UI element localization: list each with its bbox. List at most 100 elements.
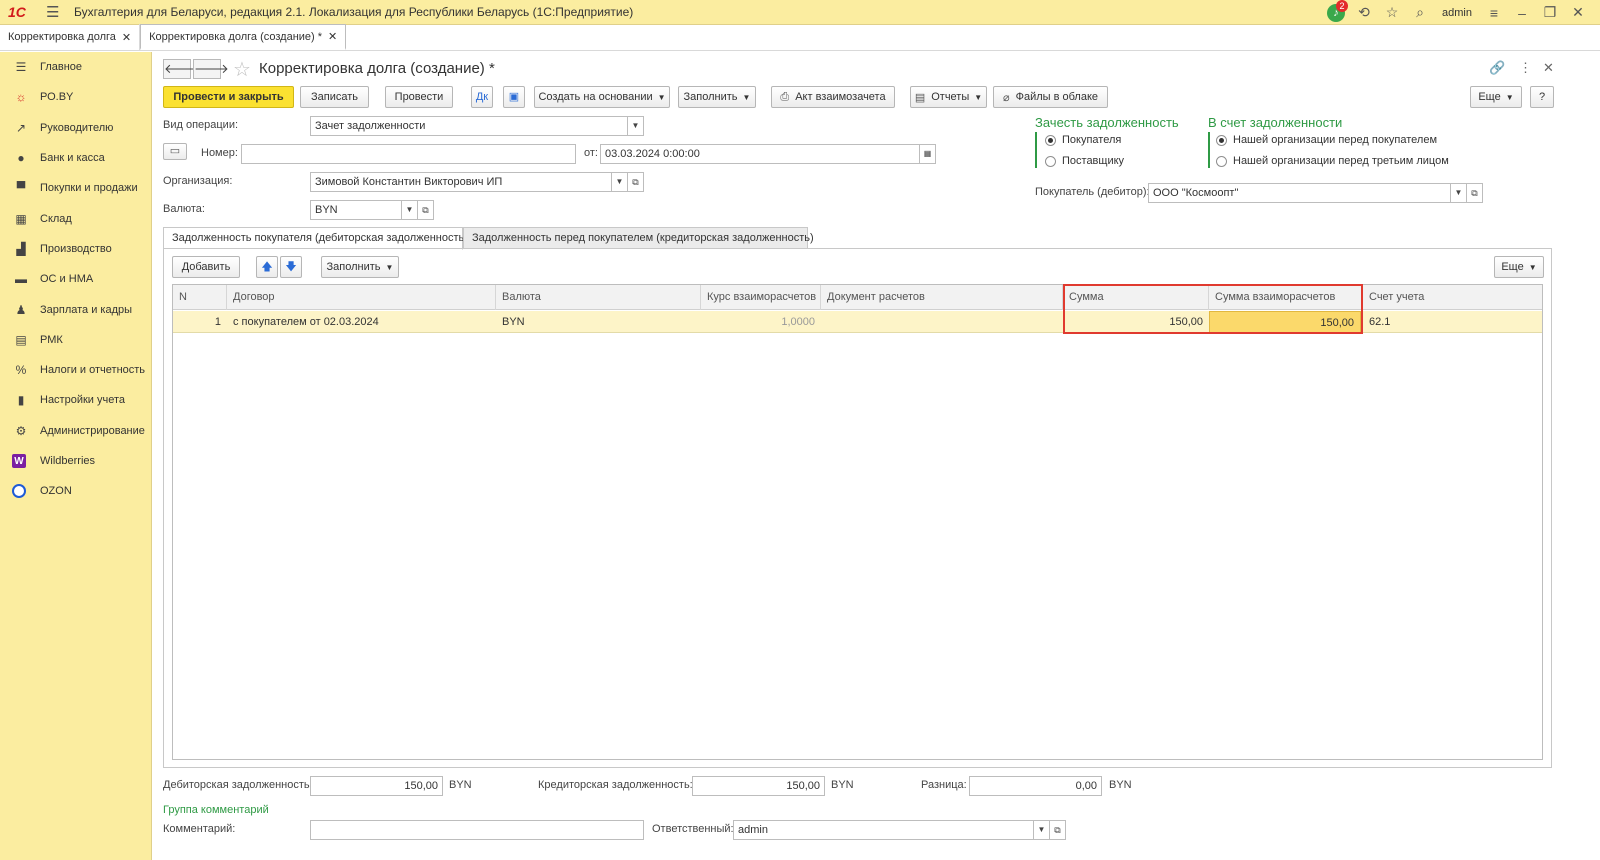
difference-field: 0,00: [969, 776, 1102, 796]
sidebar-item-taxes[interactable]: % Налоги и отчетность: [0, 355, 151, 385]
cell-sum[interactable]: 150,00: [1063, 311, 1209, 333]
sidebar-item-accounting-settings[interactable]: ▮ Настройки учета: [0, 385, 151, 415]
operation-dropdown-icon[interactable]: ▼: [627, 116, 644, 136]
table-more-button[interactable]: Еще ▼: [1494, 256, 1544, 278]
sidebar-item-salary[interactable]: ♟ Зарплата и кадры: [0, 294, 151, 324]
restore-icon[interactable]: ❐: [1536, 4, 1564, 21]
chart-icon: ↗: [15, 120, 27, 135]
dt-kt-movements-icon[interactable]: Дк: [471, 86, 493, 108]
sidebar-item-main[interactable]: ☰ Главное: [0, 52, 151, 82]
sidebar-item-manager[interactable]: ↗ Руководителю: [0, 113, 151, 143]
radio-account-org-to-third-party[interactable]: Нашей организации перед третьим лицом: [1216, 155, 1449, 167]
more-actions-icon[interactable]: ⋮: [1519, 60, 1532, 76]
col-currency[interactable]: Валюта: [496, 285, 701, 310]
radio-offset-buyer[interactable]: Покупателя: [1045, 134, 1121, 146]
close-tab-icon[interactable]: ✕: [122, 31, 131, 44]
comments-group-link[interactable]: Группа комментарий: [163, 804, 269, 816]
comment-field[interactable]: [310, 820, 644, 840]
printer-icon: ⎙: [780, 90, 790, 103]
current-user[interactable]: admin: [1442, 7, 1472, 19]
open-tab-debt-adjustment-new[interactable]: Корректировка долга (создание) * ✕: [140, 24, 347, 50]
help-button[interactable]: ?: [1530, 86, 1554, 108]
search-icon[interactable]: ⌕: [1406, 4, 1434, 21]
cell-currency[interactable]: BYN: [496, 311, 701, 333]
link-icon[interactable]: 🔗: [1489, 60, 1505, 76]
close-window-icon[interactable]: ✕: [1564, 4, 1592, 21]
organization-field[interactable]: Зимовой Константин Викторович ИП: [310, 172, 612, 192]
sidebar-item-ozon[interactable]: OZON: [0, 476, 151, 506]
structure-icon[interactable]: ▣: [503, 86, 525, 108]
sidebar-item-bank[interactable]: ● Банк и касса: [0, 143, 151, 173]
currency-field[interactable]: BYN: [310, 200, 402, 220]
table-fill-button[interactable]: Заполнить ▼: [321, 256, 399, 278]
favorite-star-icon[interactable]: ☆: [233, 57, 251, 82]
save-button[interactable]: Записать: [300, 86, 369, 108]
close-form-icon[interactable]: ✕: [1543, 60, 1554, 76]
col-n[interactable]: N: [173, 285, 227, 310]
operation-field[interactable]: Зачет задолженности: [310, 116, 628, 136]
favorites-star-icon[interactable]: ☆: [1378, 4, 1406, 21]
number-edit-icon[interactable]: ▭: [163, 143, 187, 160]
cell-n[interactable]: 1: [173, 311, 227, 333]
col-account[interactable]: Счет учета: [1363, 285, 1544, 310]
post-button[interactable]: Провести: [385, 86, 453, 108]
currency-dropdown-icon[interactable]: ▼: [401, 200, 418, 220]
sidebar-item-ro-by[interactable]: ☼ РО.BY: [0, 82, 151, 112]
cell-rate[interactable]: 1,0000: [701, 311, 821, 333]
tab-payables[interactable]: Задолженность перед покупателем (кредито…: [463, 227, 814, 249]
history-icon[interactable]: ⟲: [1350, 4, 1378, 21]
col-rate[interactable]: Курс взаиморасчетов: [701, 285, 821, 310]
close-tab-icon[interactable]: ✕: [328, 30, 337, 43]
cell-settlement-sum[interactable]: 150,00: [1209, 311, 1361, 333]
post-and-close-button[interactable]: Провести и закрыть: [163, 86, 294, 108]
buyer-open-icon[interactable]: ⧉: [1466, 183, 1483, 203]
reports-button[interactable]: ▤ Отчеты ▼: [910, 86, 987, 108]
col-settlement-doc[interactable]: Документ расчетов: [821, 285, 1063, 310]
minimize-icon[interactable]: –: [1508, 5, 1536, 21]
col-settlement-sum[interactable]: Сумма взаиморасчетов: [1209, 285, 1363, 310]
open-tab-debt-adjustment[interactable]: Корректировка долга ✕: [0, 24, 141, 50]
col-contract[interactable]: Договор: [227, 285, 496, 310]
sidebar-item-administration[interactable]: ⚙ Администрирование: [0, 416, 151, 446]
number-field[interactable]: [241, 144, 576, 164]
add-row-button[interactable]: Добавить: [172, 256, 240, 278]
difference-label: Разница:: [921, 779, 967, 791]
responsible-open-icon[interactable]: ⧉: [1049, 820, 1066, 840]
responsible-field[interactable]: admin: [733, 820, 1034, 840]
buyer-field[interactable]: ООО "Космоопт": [1148, 183, 1451, 203]
tab-receivables[interactable]: Задолженность покупателя (дебиторская за…: [163, 227, 468, 250]
sidebar-item-rmk[interactable]: ▤ РМК: [0, 325, 151, 355]
move-up-icon[interactable]: 🡅: [256, 256, 278, 278]
currency-open-icon[interactable]: ⧉: [417, 200, 434, 220]
sidebar-item-wildberries[interactable]: W Wildberries: [0, 446, 151, 476]
forward-button[interactable]: 🡒: [193, 59, 229, 79]
radio-offset-supplier[interactable]: Поставщику: [1045, 155, 1124, 167]
offset-act-button[interactable]: ⎙ Акт взаимозачета: [771, 86, 895, 108]
buyer-dropdown-icon[interactable]: ▼: [1450, 183, 1467, 203]
cell-account[interactable]: 62.1: [1363, 311, 1544, 333]
main-menu-icon[interactable]: ☰: [46, 3, 66, 21]
responsible-dropdown-icon[interactable]: ▼: [1033, 820, 1050, 840]
cell-settlement-doc[interactable]: [821, 311, 1063, 333]
date-field[interactable]: 03.03.2024 0:00:00: [600, 144, 920, 164]
move-down-icon[interactable]: 🡇: [280, 256, 302, 278]
more-button[interactable]: Еще ▼: [1470, 86, 1522, 108]
calendar-icon[interactable]: ▦: [919, 144, 936, 164]
fill-button[interactable]: Заполнить ▼: [678, 86, 756, 108]
create-based-on-button[interactable]: Создать на основании ▼: [534, 86, 670, 108]
sidebar-item-purchases-sales[interactable]: ▀ Покупки и продажи: [0, 173, 151, 203]
col-sum[interactable]: Сумма: [1063, 285, 1209, 310]
paperclip-icon: ⌀: [1002, 91, 1010, 104]
radio-account-org-to-buyer[interactable]: Нашей организации перед покупателем: [1216, 134, 1437, 146]
settings-menu-icon[interactable]: ≡: [1480, 5, 1508, 21]
sidebar-item-fixed-assets[interactable]: ▬ ОС и НМА: [0, 264, 151, 294]
back-button[interactable]: 🡐: [163, 59, 199, 79]
cell-contract[interactable]: с покупателем от 02.03.2024: [227, 311, 496, 333]
cloud-files-button[interactable]: ⌀ Файлы в облаке: [993, 86, 1108, 108]
sidebar-item-warehouse[interactable]: ▦ Склад: [0, 203, 151, 233]
sidebar-item-production[interactable]: ▟ Производство: [0, 234, 151, 264]
table-row[interactable]: 1 с покупателем от 02.03.2024 BYN 1,0000…: [173, 311, 1542, 333]
notifications-bell-icon[interactable]: ♪ 2: [1322, 0, 1350, 22]
organization-open-icon[interactable]: ⧉: [627, 172, 644, 192]
organization-dropdown-icon[interactable]: ▼: [611, 172, 628, 192]
